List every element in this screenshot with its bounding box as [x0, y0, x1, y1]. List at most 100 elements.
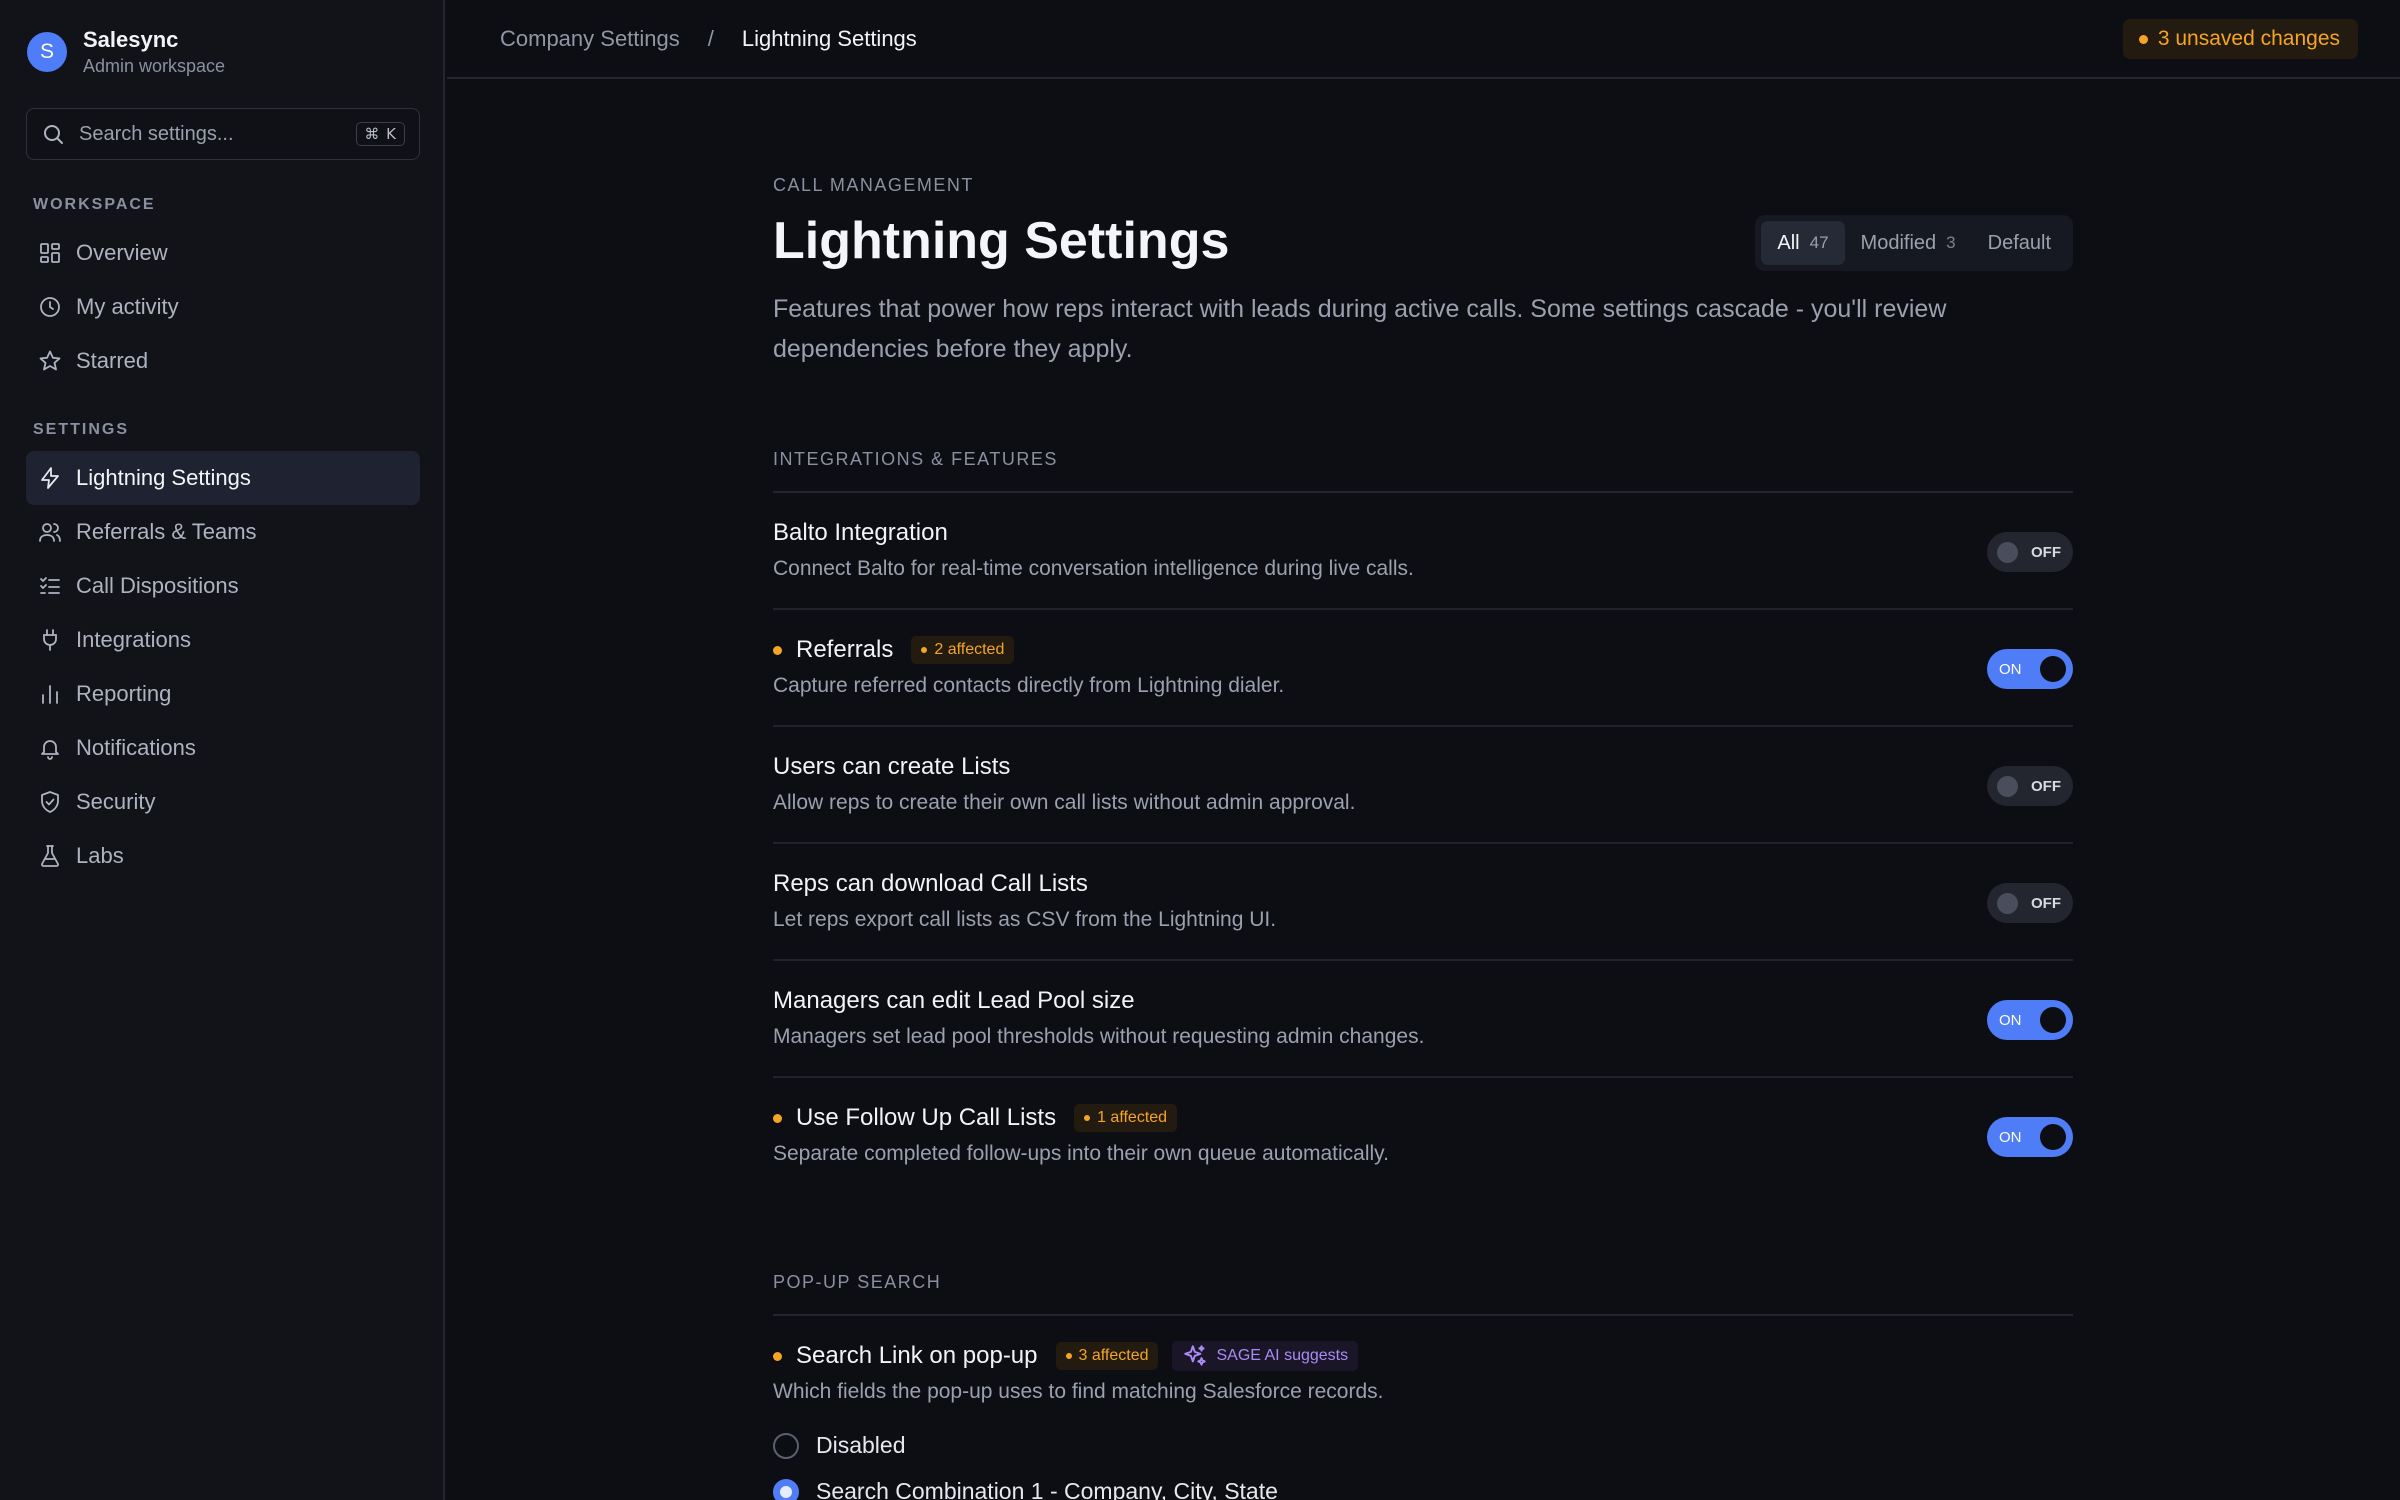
breadcrumb-company-settings[interactable]: Company Settings: [500, 26, 680, 52]
affected-dot-icon: [921, 647, 928, 653]
setting-row-referrals: Referrals 2 affected Capture referred co…: [773, 610, 2073, 727]
filter-tab-count: 3: [1946, 233, 1956, 252]
toggle-knob: [1997, 542, 2018, 563]
sidebar-item-overview[interactable]: Overview: [26, 226, 420, 280]
sidebar-item-label: Reporting: [76, 681, 172, 706]
toggle-state-label: ON: [1999, 660, 2022, 678]
workspace-name: Salesync: [83, 27, 179, 52]
toggle-knob: [2040, 1124, 2066, 1150]
checklist-icon: [40, 577, 60, 594]
radio-unchecked-icon: [773, 1432, 799, 1459]
toggle-state-label: ON: [1999, 1011, 2022, 1029]
filter-tab-label: Default: [1987, 231, 2051, 254]
filter-tab-label: All: [1777, 231, 1800, 254]
group-label-popup-search: POP-UP SEARCH: [773, 1272, 942, 1292]
plug-icon: [43, 629, 57, 651]
setting-title: Search Link on pop-up: [796, 1342, 1038, 1369]
toggle-state-label: OFF: [2031, 894, 2061, 912]
toggle-state-label: ON: [1999, 1128, 2022, 1146]
setting-title: Users can create Lists: [773, 753, 1011, 780]
sidebar-item-label: Lightning Settings: [76, 465, 251, 490]
affected-badge[interactable]: 2 affected: [911, 636, 1015, 664]
radio-option-label: Disabled: [816, 1432, 906, 1458]
search-shortcut-hint: ⌘ K: [356, 122, 405, 146]
top-bar: Company Settings / Lightning Settings 3 …: [447, 0, 2400, 79]
filter-tab-label: Modified: [1860, 231, 1937, 254]
setting-description: Which fields the pop-up uses to find mat…: [773, 1380, 1384, 1403]
setting-row-use-follow-up-call-lists: Use Follow Up Call Lists 1 affected Sepa…: [773, 1078, 2073, 1195]
sidebar-item-label: Labs: [76, 843, 124, 868]
referrals-toggle[interactable]: ON: [1987, 649, 2073, 689]
workspace-switcher[interactable]: S Salesync Admin workspace: [27, 26, 225, 78]
star-icon: [39, 350, 61, 371]
sidebar-item-labs[interactable]: Labs: [26, 829, 420, 883]
toggle-state-label: OFF: [2031, 777, 2061, 795]
affected-dot-icon: [1084, 1115, 1091, 1121]
page-description: Features that power how reps interact wi…: [773, 295, 1947, 363]
setting-row-search-link-on-popup: Search Link on pop-up 3 affected SAGE AI…: [773, 1316, 2073, 1500]
unsaved-dot-icon: [2138, 34, 2148, 44]
breadcrumb: Company Settings / Lightning Settings: [500, 26, 917, 52]
sidebar-item-label: Security: [76, 789, 156, 814]
search-icon: [44, 125, 63, 144]
setting-description: Let reps export call lists as CSV from t…: [773, 908, 1277, 931]
settings-nav: Lightning Settings Referrals & Teams Cal…: [26, 451, 420, 883]
users-can-create-lists-toggle[interactable]: OFF: [1987, 766, 2073, 806]
modified-dot-icon: [773, 645, 782, 655]
sidebar-item-starred[interactable]: Starred: [26, 334, 420, 388]
toggle-knob: [2040, 656, 2066, 682]
sidebar-item-security[interactable]: Security: [26, 775, 420, 829]
filter-tab-modified[interactable]: Modified 3: [1845, 221, 1972, 265]
grid-icon: [40, 243, 60, 263]
filter-tabs: All 47 Modified 3 Default: [1755, 215, 2073, 271]
affected-badge[interactable]: 3 affected: [1055, 1342, 1159, 1370]
affected-badge[interactable]: 1 affected: [1074, 1104, 1178, 1132]
sidebar-item-my-activity[interactable]: My activity: [26, 280, 420, 334]
setting-description: Allow reps to create their own call list…: [773, 791, 1356, 814]
balto-integration-toggle[interactable]: OFF: [1987, 532, 2073, 572]
breadcrumb-current: Lightning Settings: [741, 26, 917, 51]
breadcrumb-separator: /: [707, 26, 714, 51]
workspace-avatar: S: [27, 32, 67, 72]
sidebar-item-reporting[interactable]: Reporting: [26, 667, 420, 721]
sidebar-item-referrals-teams[interactable]: Referrals & Teams: [26, 505, 420, 559]
lightning-icon: [41, 467, 59, 489]
setting-row-reps-can-download-call-lists: Reps can download Call Lists Let reps ex…: [773, 844, 2073, 961]
sidebar-item-notifications[interactable]: Notifications: [26, 721, 420, 775]
search-input[interactable]: [79, 122, 357, 146]
radio-option-label: Search Combination 1 - Company, City, St…: [816, 1478, 1278, 1500]
filter-tab-all[interactable]: All 47: [1761, 221, 1845, 265]
sidebar-item-label: Integrations: [76, 627, 191, 652]
setting-title: Balto Integration: [773, 519, 948, 546]
users-icon: [39, 523, 61, 542]
settings-search[interactable]: ⌘ K: [26, 108, 420, 160]
group-label-integrations: INTEGRATIONS & FEATURES: [773, 449, 1058, 469]
filter-tab-default[interactable]: Default: [1972, 221, 2067, 265]
setting-title: Managers can edit Lead Pool size: [773, 987, 1135, 1014]
sidebar-item-lightning-settings[interactable]: Lightning Settings: [26, 451, 420, 505]
setting-description: Connect Balto for real-time conversation…: [773, 557, 1414, 580]
sidebar-item-integrations[interactable]: Integrations: [26, 613, 420, 667]
sidebar-item-label: My activity: [76, 294, 179, 319]
toggle-state-label: OFF: [2031, 543, 2061, 561]
reps-can-download-call-lists-toggle[interactable]: OFF: [1987, 883, 2073, 923]
sidebar-item-label: Notifications: [76, 735, 196, 760]
setting-description: Capture referred contacts directly from …: [773, 674, 1285, 697]
bar-chart-icon: [42, 685, 58, 704]
managers-can-edit-lead-pool-size-toggle[interactable]: ON: [1987, 1000, 2073, 1040]
ai-suggestion-badge[interactable]: SAGE AI suggests: [1172, 1341, 1359, 1371]
shield-icon: [41, 791, 59, 813]
filter-tab-count: 47: [1809, 233, 1829, 252]
radio-checked-icon: [773, 1478, 799, 1500]
page-title: Lightning Settings: [773, 212, 1230, 270]
affected-badge-text: 1 affected: [1097, 1109, 1168, 1126]
radio-option-search-combination-1[interactable]: Search Combination 1 - Company, City, St…: [773, 1478, 1278, 1500]
sidebar-item-call-dispositions[interactable]: Call Dispositions: [26, 559, 420, 613]
nav-section-workspace: WORKSPACE: [33, 196, 156, 213]
use-follow-up-call-lists-toggle[interactable]: ON: [1987, 1117, 2073, 1157]
setting-row-managers-can-edit-lead-pool-size: Managers can edit Lead Pool size Manager…: [773, 961, 2073, 1078]
modified-dot-icon: [773, 1351, 782, 1361]
radio-option-disabled[interactable]: Disabled: [773, 1432, 906, 1459]
nav-section-settings: SETTINGS: [33, 421, 130, 438]
unsaved-changes-badge[interactable]: 3 unsaved changes: [2122, 19, 2358, 59]
